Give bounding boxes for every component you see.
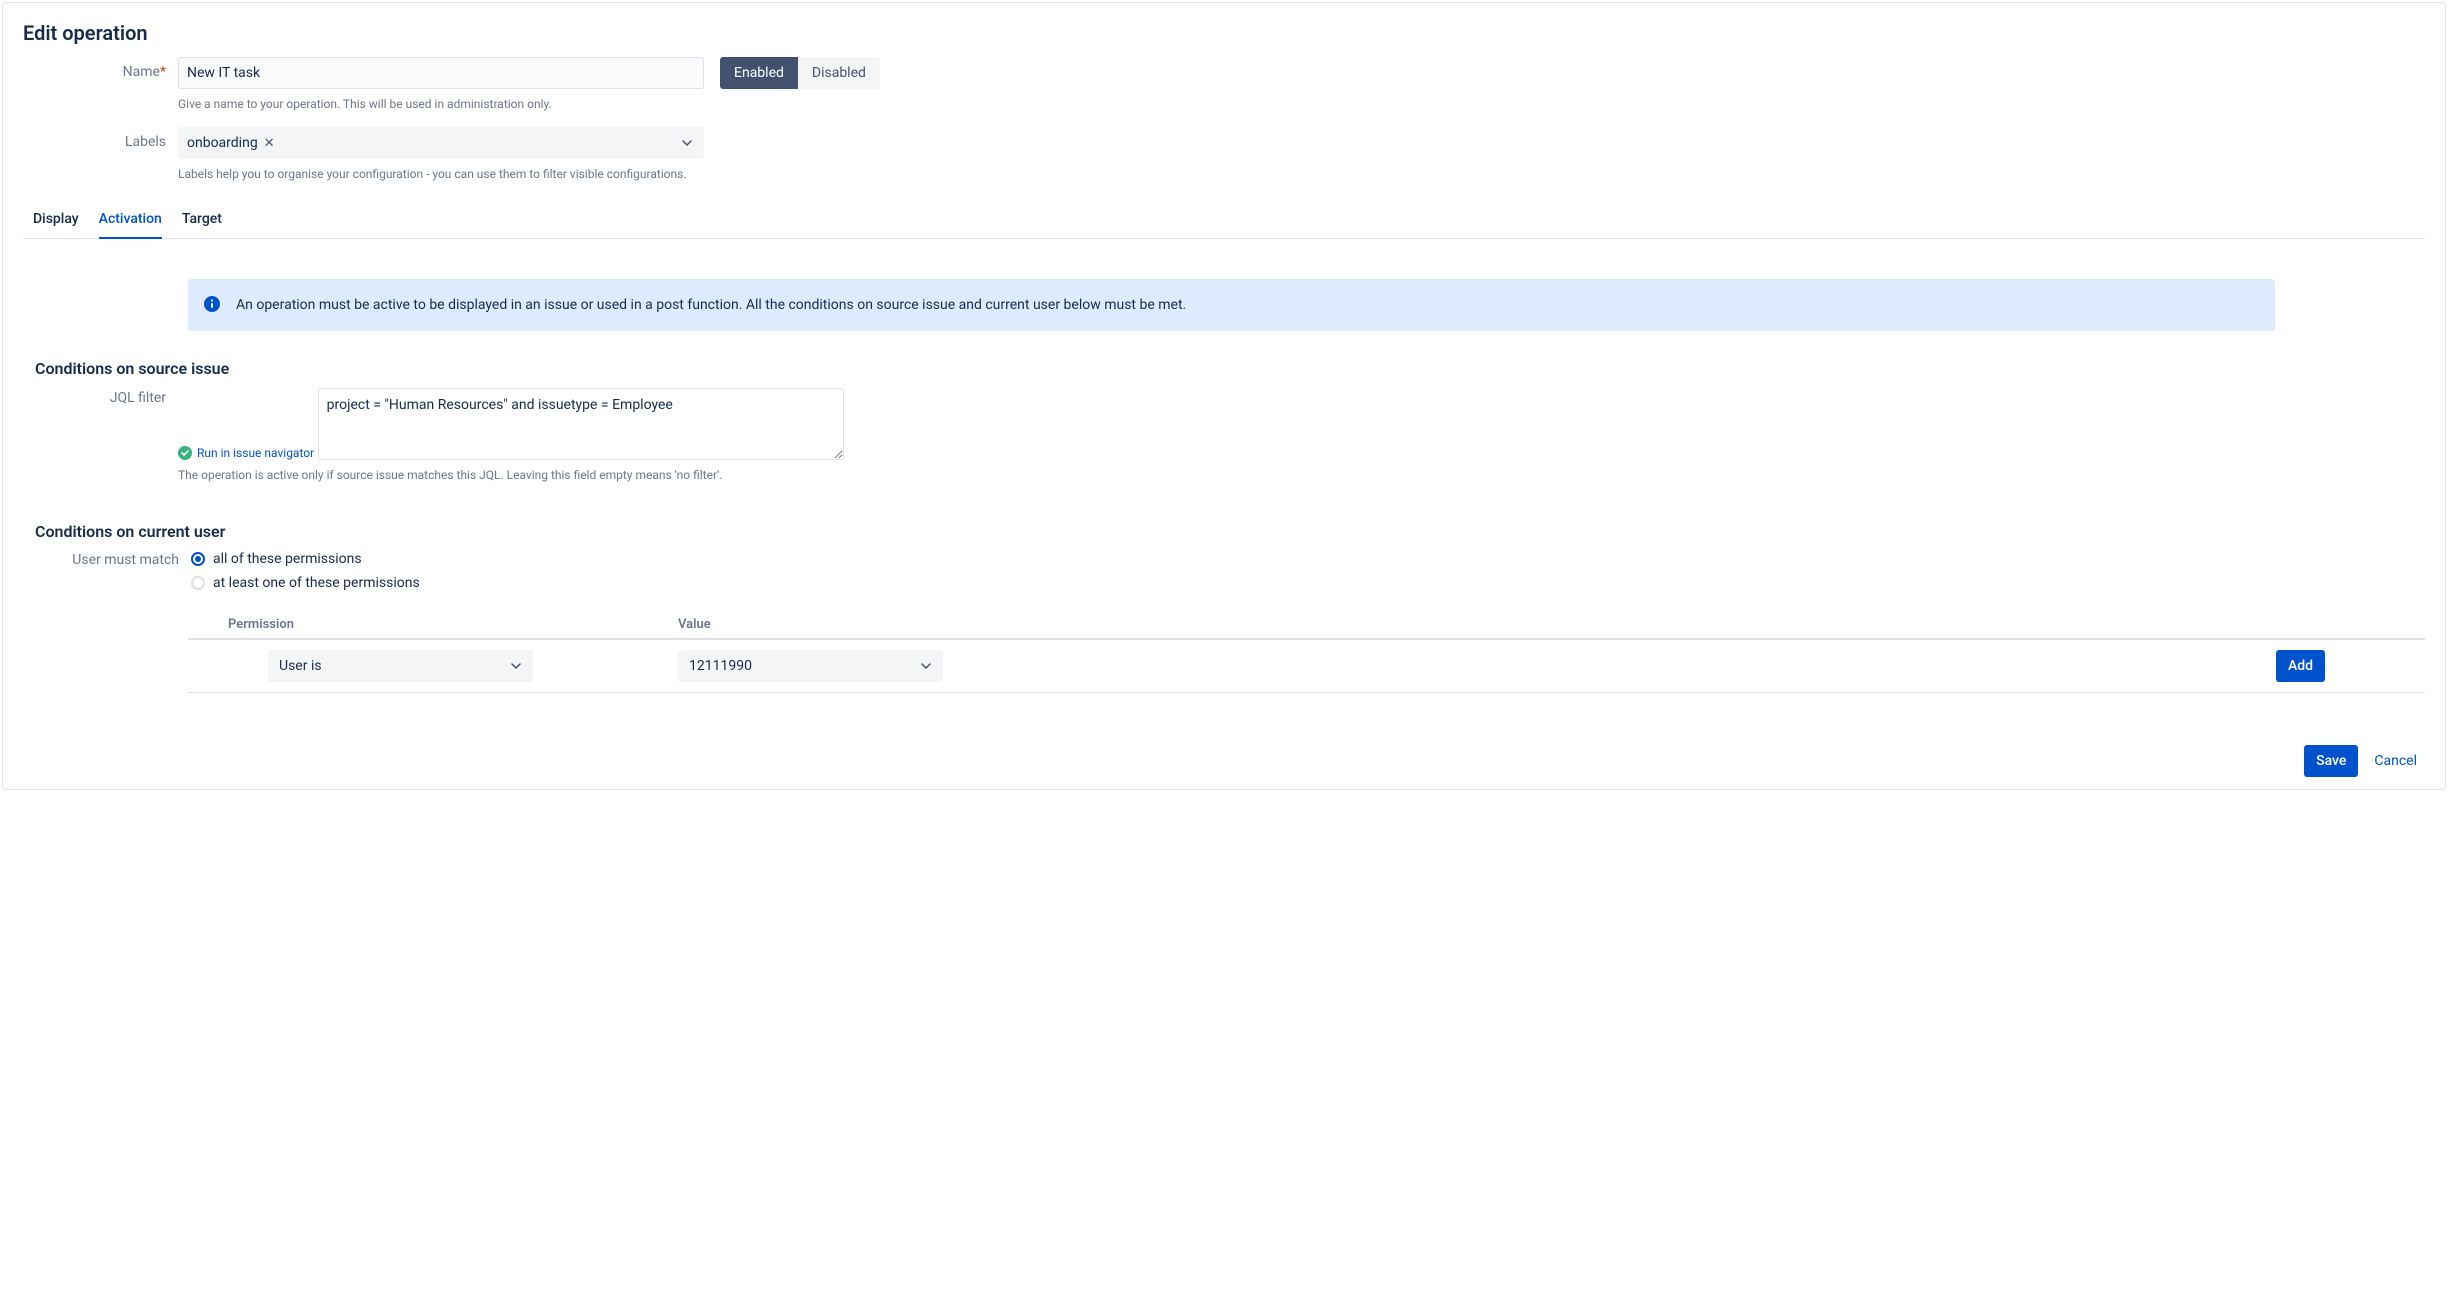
cancel-button[interactable]: Cancel [2366, 747, 2425, 775]
name-input[interactable] [178, 57, 704, 89]
name-row: Name* Enabled Disabled [23, 57, 2425, 89]
disabled-button[interactable]: Disabled [798, 57, 880, 89]
name-help-text: Give a name to your operation. This will… [178, 97, 552, 111]
run-link-text: Run in issue navigator [197, 446, 314, 460]
jql-textarea[interactable] [318, 388, 844, 460]
check-circle-icon [178, 446, 192, 460]
add-button[interactable]: Add [2276, 650, 2325, 682]
permission-row: User is 12111990 Add [188, 640, 2425, 693]
name-help-row: Give a name to your operation. This will… [23, 93, 2425, 123]
radio-option-all[interactable]: all of these permissions [191, 551, 420, 567]
permission-table-header: Permission Value [188, 611, 2425, 640]
enabled-button[interactable]: Enabled [720, 57, 798, 89]
value-select[interactable]: 12111990 [678, 650, 943, 682]
chevron-down-icon [510, 660, 522, 672]
name-label-text: Name [123, 64, 160, 80]
tab-display[interactable]: Display [33, 203, 79, 238]
chevron-down-icon [920, 660, 932, 672]
permission-header: Permission [188, 617, 678, 632]
footer-actions: Save Cancel [2304, 745, 2425, 777]
labels-select[interactable]: onboarding ✕ [178, 127, 704, 159]
tab-activation[interactable]: Activation [99, 203, 162, 239]
run-in-navigator-link[interactable]: Run in issue navigator [178, 446, 314, 460]
value-select-value: 12111990 [689, 658, 752, 674]
permission-select-value: User is [279, 658, 322, 674]
label-chip: onboarding ✕ [187, 135, 275, 151]
labels-help-row: Labels help you to organise your configu… [23, 163, 2425, 193]
radio-options: all of these permissions at least one of… [191, 551, 420, 599]
permission-table: Permission Value User is 12111990 [188, 611, 2425, 693]
status-toggle-group: Enabled Disabled [720, 57, 880, 89]
edit-operation-page: Edit operation Name* Enabled Disabled Gi… [2, 2, 2446, 790]
radio-icon-unchecked [191, 576, 205, 590]
radio-all-label: all of these permissions [213, 551, 362, 567]
save-button[interactable]: Save [2304, 745, 2358, 777]
user-section-title: Conditions on current user [23, 522, 2425, 541]
required-asterisk: * [160, 64, 166, 80]
radio-any-label: at least one of these permissions [213, 575, 420, 591]
source-section-title: Conditions on source issue [23, 359, 2425, 378]
jql-label: JQL filter [23, 388, 178, 406]
permission-select[interactable]: User is [268, 650, 533, 682]
label-chip-text: onboarding [187, 135, 258, 151]
jql-help-text: The operation is active only if source i… [178, 468, 844, 482]
radio-icon-checked [191, 552, 205, 566]
info-banner: An operation must be active to be displa… [188, 279, 2275, 331]
tab-target[interactable]: Target [182, 203, 222, 238]
labels-help-text: Labels help you to organise your configu… [178, 167, 687, 181]
info-banner-text: An operation must be active to be displa… [236, 297, 1186, 313]
tab-content: An operation must be active to be displa… [23, 239, 2425, 693]
remove-label-icon[interactable]: ✕ [264, 136, 275, 151]
labels-row: Labels onboarding ✕ [23, 127, 2425, 159]
name-label: Name* [23, 57, 178, 80]
info-icon [204, 296, 220, 312]
page-title: Edit operation [23, 3, 2425, 57]
tabs: Display Activation Target [23, 203, 2425, 239]
name-control [178, 57, 704, 89]
user-match-label: User must match [23, 551, 191, 568]
value-header: Value [678, 617, 2225, 632]
jql-row: JQL filter Run in issue navigator The op… [23, 388, 2425, 494]
labels-label: Labels [23, 127, 178, 150]
user-match-row: User must match all of these permissions… [23, 551, 2425, 599]
radio-option-any[interactable]: at least one of these permissions [191, 575, 420, 591]
chevron-down-icon [681, 137, 693, 149]
